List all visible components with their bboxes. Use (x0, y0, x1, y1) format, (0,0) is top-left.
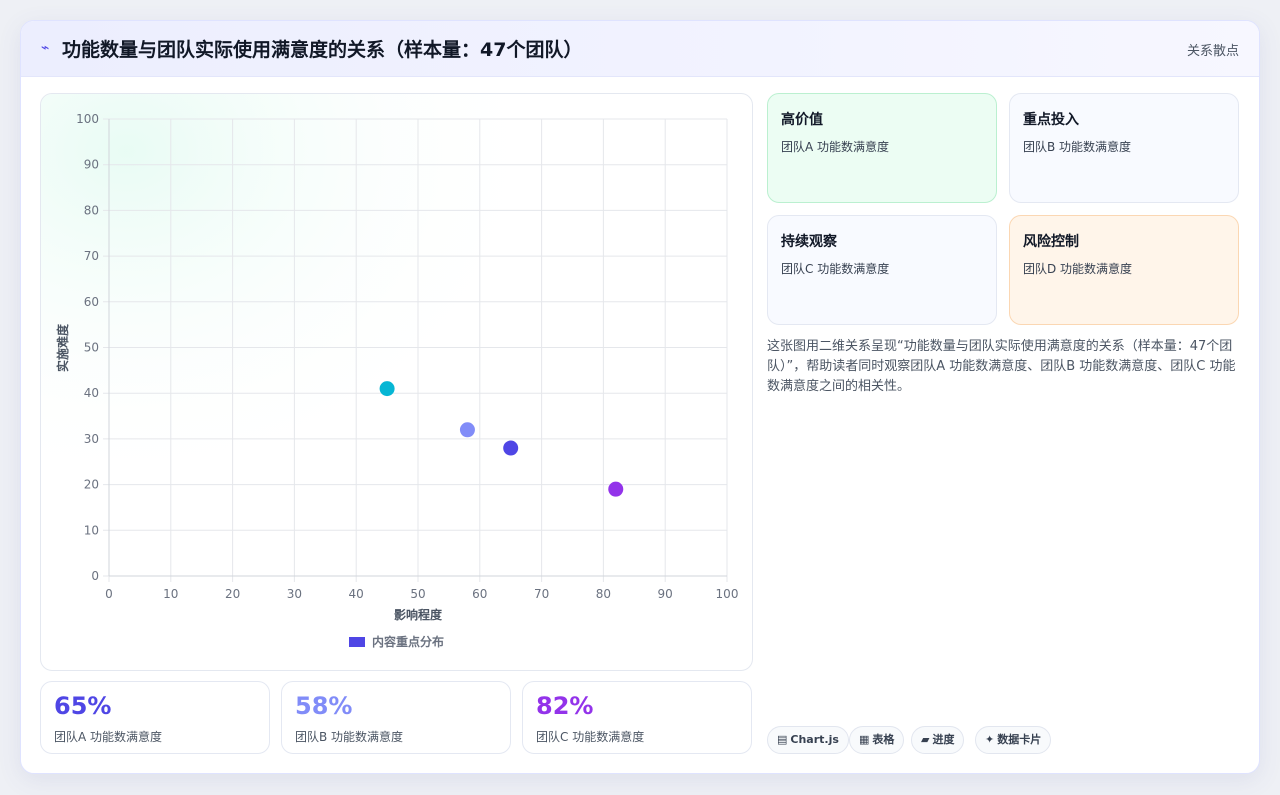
chart-icon: ▤ (777, 733, 788, 746)
scatter-chart: 0 10 20 30 40 50 60 70 80 90 100 0 10 20 30 40 50 60 70 80 9… (41, 94, 752, 670)
x-tick-label-8: 80 (596, 587, 611, 601)
stat-label: 团队A 功能数满意度 (54, 730, 163, 744)
legend-swatch (349, 637, 365, 647)
quadrant-subtitle: 团队A 功能数满意度 (781, 140, 890, 154)
y-tick-label-3: 30 (84, 432, 99, 446)
x-tick-label-0: 0 (105, 587, 113, 601)
stat-value: 82% (536, 692, 594, 720)
table-icon: ▦ (859, 733, 870, 746)
x-tick-label-10: 100 (716, 587, 739, 601)
scatter-point-0-3[interactable] (608, 481, 624, 497)
y-tick-label-6: 60 (84, 295, 99, 309)
y-tick-label-2: 20 (84, 478, 99, 492)
y-tick-label-10: 100 (76, 112, 99, 126)
x-tick-label-4: 40 (349, 587, 364, 601)
x-tick-label-5: 50 (410, 587, 425, 601)
quadrant-risk-control: 风险控制 团队D 功能数满意度 (1009, 215, 1239, 325)
chart-type-tag: 关系散点 (1186, 44, 1239, 59)
chip-label: Chart.js (790, 733, 839, 746)
chip-table[interactable]: ▦ 表格 (849, 726, 905, 754)
x-axis-label: 影响程度 (394, 607, 443, 622)
quadrant-title: 重点投入 (1023, 112, 1079, 128)
x-tick-label-6: 60 (472, 587, 487, 601)
x-tick-label-3: 30 (287, 587, 302, 601)
y-tick-label-0: 0 (91, 569, 99, 583)
stat-label: 团队C 功能数满意度 (536, 730, 645, 744)
chip-chartjs[interactable]: ▤ Chart.js (767, 726, 849, 754)
scatter-point-0-1[interactable] (459, 422, 475, 438)
chip-label: 数据卡片 (997, 733, 1042, 746)
y-tick-label-5: 50 (84, 341, 99, 355)
scatter-point-0-2[interactable] (503, 440, 519, 456)
chart-background (41, 94, 752, 670)
chip-progress[interactable]: ▰ 进度 (911, 726, 965, 754)
scatter-chart-panel: 0 10 20 30 40 50 60 70 80 90 100 0 10 20 30 40 50 60 70 80 9… (40, 93, 753, 671)
stat-value: 65% (54, 692, 112, 720)
quadrant-subtitle: 团队D 功能数满意度 (1023, 262, 1133, 276)
card-header: ⌁ 功能数量与团队实际使用满意度的关系（样本量：47个团队） 关系散点 (21, 21, 1259, 77)
main-card: ⌁ 功能数量与团队实际使用满意度的关系（样本量：47个团队） 关系散点 0 10 2… (20, 20, 1260, 774)
quadrant-title: 风险控制 (1023, 234, 1079, 250)
x-tick-label-7: 70 (534, 587, 549, 601)
quadrant-subtitle: 团队C 功能数满意度 (781, 262, 890, 276)
y-tick-label-1: 10 (84, 523, 99, 537)
quadrant-observe: 持续观察 团队C 功能数满意度 (767, 215, 997, 325)
y-axis-label: 实施难度 (55, 323, 70, 372)
y-tick-label-9: 90 (84, 158, 99, 172)
quadrant-title: 高价值 (781, 112, 823, 128)
y-tick-label-4: 40 (84, 386, 99, 400)
x-tick-label-2: 20 (225, 587, 240, 601)
quadrant-subtitle: 团队B 功能数满意度 (1023, 140, 1132, 154)
chip-label: 表格 (872, 733, 895, 746)
stat-label: 团队B 功能数满意度 (295, 730, 404, 744)
chart-line-icon: ⌁ (41, 40, 50, 56)
chip-data-card[interactable]: ✦ 数据卡片 (975, 726, 1052, 754)
progress-icon: ▰ (921, 733, 930, 746)
x-tick-label-9: 90 (658, 587, 673, 601)
chip-label: 进度 (932, 733, 955, 746)
stat-value: 58% (295, 692, 353, 720)
data-card-icon: ✦ (985, 733, 995, 746)
y-tick-label-7: 70 (84, 249, 99, 263)
y-tick-label-8: 80 (84, 203, 99, 217)
page-title: 功能数量与团队实际使用满意度的关系（样本量：47个团队） (62, 39, 583, 61)
stat-card-team-b: 58% 团队B 功能数满意度 (281, 681, 511, 754)
quadrant-title: 持续观察 (781, 234, 837, 250)
stat-card-team-a: 65% 团队A 功能数满意度 (40, 681, 270, 754)
stat-card-team-c: 82% 团队C 功能数满意度 (522, 681, 752, 754)
quadrant-high-value: 高价值 团队A 功能数满意度 (767, 93, 997, 203)
chart-description: 这张图用二维关系呈现“功能数量与团队实际使用满意度的关系（样本量：47个团队）”… (767, 339, 1236, 394)
x-tick-label-1: 10 (163, 587, 178, 601)
scatter-point-0-0[interactable] (379, 381, 395, 397)
legend-label: 内容重点分布 (372, 634, 444, 649)
quadrant-key-investment: 重点投入 团队B 功能数满意度 (1009, 93, 1239, 203)
